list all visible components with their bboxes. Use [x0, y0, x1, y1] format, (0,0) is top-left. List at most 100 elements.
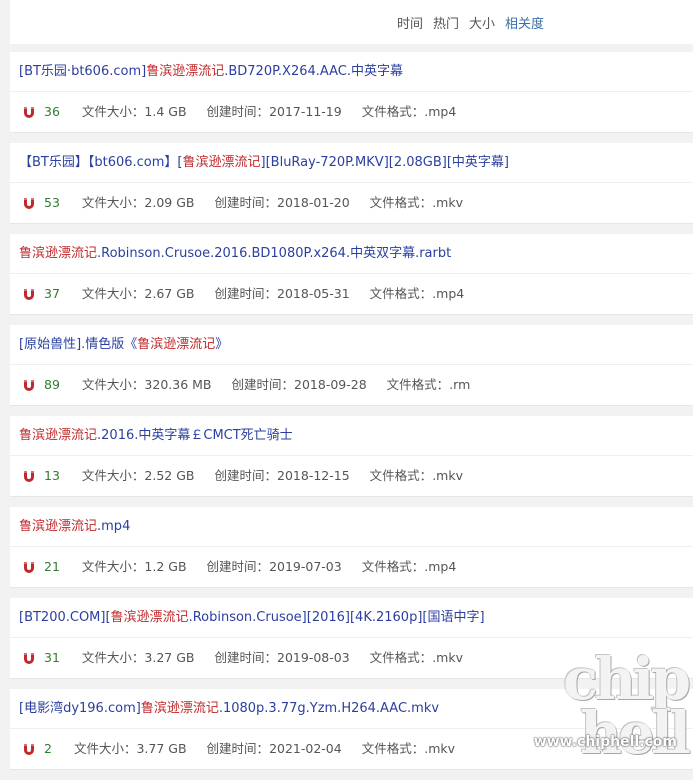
created-date-value: 2018-01-20	[277, 195, 350, 210]
file-size-label: 文件大小：	[81, 559, 145, 574]
created-date: 创建时间：2017-11-19	[207, 92, 342, 132]
file-size-label: 文件大小：	[81, 104, 145, 119]
created-date: 创建时间：2018-12-15	[215, 456, 350, 496]
file-size-value: 2.67 GB	[144, 286, 195, 301]
created-date-label: 创建时间：	[206, 104, 270, 119]
result-title-link[interactable]: [BT乐园·bt606.com]鲁滨逊漂流记.BD720P.X264.AAC.中…	[19, 64, 403, 79]
magnet-icon[interactable]	[22, 196, 36, 210]
file-size-value: 1.2 GB	[144, 559, 187, 574]
result-card: [BT乐园·bt606.com]鲁滨逊漂流记.BD720P.X264.AAC.中…	[10, 52, 693, 133]
title-text: .Robinson.Crusoe.2016.BD1080P.x264.中英双字幕…	[97, 246, 452, 261]
result-title-link[interactable]: [原始兽性].情色版《鲁滨逊漂流记》	[19, 337, 228, 352]
created-date-label: 创建时间：	[214, 286, 278, 301]
sort-time[interactable]: 时间	[397, 13, 423, 32]
magnet-icon[interactable]	[22, 105, 36, 119]
file-format: 文件格式：.mp4	[362, 92, 457, 132]
result-title-link[interactable]: 鲁滨逊漂流记.mp4	[19, 519, 130, 534]
title-text: [BT乐园·bt606.com]	[19, 64, 147, 79]
result-meta: 21 文件大小：1.2 GB 创建时间：2019-07-03 文件格式：.mp4	[10, 547, 693, 587]
magnet-icon[interactable]	[22, 651, 36, 665]
hot-count: 89	[44, 377, 60, 392]
result-card: [BT200.COM][鲁滨逊漂流记.Robinson.Crusoe][2016…	[10, 598, 693, 679]
file-format-label: 文件格式：	[386, 377, 450, 392]
created-date: 创建时间：2019-08-03	[215, 638, 350, 678]
created-date-label: 创建时间：	[206, 741, 270, 756]
file-size: 文件大小：2.67 GB	[82, 274, 195, 314]
title-text: [原始兽性].情色版《	[19, 337, 138, 352]
result-meta: 2 文件大小：3.77 GB 创建时间：2021-02-04 文件格式：.mkv	[10, 729, 693, 769]
result-title: [电影湾dy196.com]鲁滨逊漂流记.1080p.3.77g.Yzm.H26…	[10, 689, 693, 729]
created-date-value: 2019-07-03	[269, 559, 342, 574]
magnet-icon[interactable]	[22, 469, 36, 483]
magnet-icon[interactable]	[22, 287, 36, 301]
results-list: [BT乐园·bt606.com]鲁滨逊漂流记.BD720P.X264.AAC.中…	[10, 52, 693, 780]
result-title-link[interactable]: 鲁滨逊漂流记.Robinson.Crusoe.2016.BD1080P.x264…	[19, 246, 451, 261]
created-date: 创建时间：2018-01-20	[215, 183, 350, 223]
result-card: 鲁滨逊漂流记.2016.中英字幕￡CMCT死亡骑士 13 文件大小：2.52 GB 创…	[10, 416, 693, 497]
file-format-label: 文件格式：	[369, 195, 433, 210]
result-card: 鲁滨逊漂流记.Robinson.Crusoe.2016.BD1080P.x264…	[10, 234, 693, 315]
file-size-label: 文件大小：	[81, 286, 145, 301]
title-text: .Robinson.Crusoe][2016][4K.2160p][国语中字]	[188, 610, 485, 625]
file-format-value: .mp4	[432, 286, 465, 301]
result-meta: 13 文件大小：2.52 GB 创建时间：2018-12-15 文件格式：.mkv	[10, 456, 693, 496]
file-format: 文件格式：.mkv	[362, 729, 455, 769]
file-format: 文件格式：.mkv	[370, 456, 463, 496]
sort-size[interactable]: 大小	[469, 13, 495, 32]
result-title-link[interactable]: [BT200.COM][鲁滨逊漂流记.Robinson.Crusoe][2016…	[19, 610, 485, 625]
file-size-value: 320.36 MB	[144, 377, 212, 392]
file-size-value: 1.4 GB	[144, 104, 187, 119]
file-format-label: 文件格式：	[361, 741, 425, 756]
file-format: 文件格式：.mkv	[370, 638, 463, 678]
file-format: 文件格式：.mp4	[362, 547, 457, 587]
result-title: 【BT乐园】【bt606.com】[鲁滨逊漂流记][BluRay-720P.MK…	[10, 143, 693, 183]
magnet-icon[interactable]	[22, 742, 36, 756]
file-size-label: 文件大小：	[81, 377, 145, 392]
created-date-value: 2018-12-15	[277, 468, 350, 483]
title-text: [BT200.COM][	[19, 610, 111, 625]
result-card: [原始兽性].情色版《鲁滨逊漂流记》 89 文件大小：320.36 MB 创建时间：2…	[10, 325, 693, 406]
file-size-value: 3.27 GB	[144, 650, 195, 665]
created-date: 创建时间：2019-07-03	[207, 547, 342, 587]
file-size: 文件大小：2.52 GB	[82, 456, 195, 496]
file-format-value: .rm	[449, 377, 471, 392]
title-keyword: 鲁滨逊漂流记	[19, 519, 98, 534]
title-keyword: 鲁滨逊漂流记	[140, 701, 219, 716]
created-date-value: 2019-08-03	[277, 650, 350, 665]
file-size: 文件大小：1.4 GB	[82, 92, 187, 132]
result-card: 【BT乐园】【bt606.com】[鲁滨逊漂流记][BluRay-720P.MK…	[10, 143, 693, 224]
file-size: 文件大小：3.27 GB	[82, 638, 195, 678]
title-keyword: 鲁滨逊漂流记	[137, 337, 216, 352]
result-meta: 31 文件大小：3.27 GB 创建时间：2019-08-03 文件格式：.mkv	[10, 638, 693, 678]
result-title-link[interactable]: [电影湾dy196.com]鲁滨逊漂流记.1080p.3.77g.Yzm.H26…	[19, 701, 439, 716]
result-title-link[interactable]: 鲁滨逊漂流记.2016.中英字幕￡CMCT死亡骑士	[19, 428, 293, 443]
result-title: [BT200.COM][鲁滨逊漂流记.Robinson.Crusoe][2016…	[10, 598, 693, 638]
result-meta: 37 文件大小：2.67 GB 创建时间：2018-05-31 文件格式：.mp4	[10, 274, 693, 314]
file-size-label: 文件大小：	[81, 650, 145, 665]
title-keyword: 鲁滨逊漂流记	[19, 246, 98, 261]
file-format: 文件格式：.rm	[387, 365, 471, 405]
hot-count: 2	[44, 741, 52, 756]
created-date: 创建时间：2018-09-28	[232, 365, 367, 405]
sort-bar: 时间 热门 大小 相关度	[10, 0, 693, 44]
file-size-label: 文件大小：	[73, 741, 137, 756]
result-title: 鲁滨逊漂流记.mp4	[10, 507, 693, 547]
hot-count: 36	[44, 104, 60, 119]
title-text: .1080p.3.77g.Yzm.H264.AAC.mkv	[218, 701, 440, 716]
file-format-value: .mp4	[424, 559, 457, 574]
file-format: 文件格式：.mkv	[370, 183, 463, 223]
created-date-value: 2017-11-19	[269, 104, 342, 119]
sort-popular[interactable]: 热门	[433, 13, 459, 32]
title-text: .mp4	[97, 519, 131, 534]
magnet-icon[interactable]	[22, 560, 36, 574]
result-title-link[interactable]: 【BT乐园】【bt606.com】[鲁滨逊漂流记][BluRay-720P.MK…	[19, 155, 509, 170]
title-keyword: 鲁滨逊漂流记	[19, 428, 98, 443]
created-date-value: 2018-09-28	[294, 377, 367, 392]
file-format-label: 文件格式：	[369, 468, 433, 483]
sort-relevance[interactable]: 相关度	[505, 13, 544, 32]
magnet-icon[interactable]	[22, 378, 36, 392]
title-keyword: 鲁滨逊漂流记	[146, 64, 225, 79]
title-text: .BD720P.X264.AAC.中英字幕	[224, 64, 404, 79]
title-text: 【BT乐园】【bt606.com】[	[19, 155, 183, 170]
file-format-value: .mkv	[432, 650, 463, 665]
